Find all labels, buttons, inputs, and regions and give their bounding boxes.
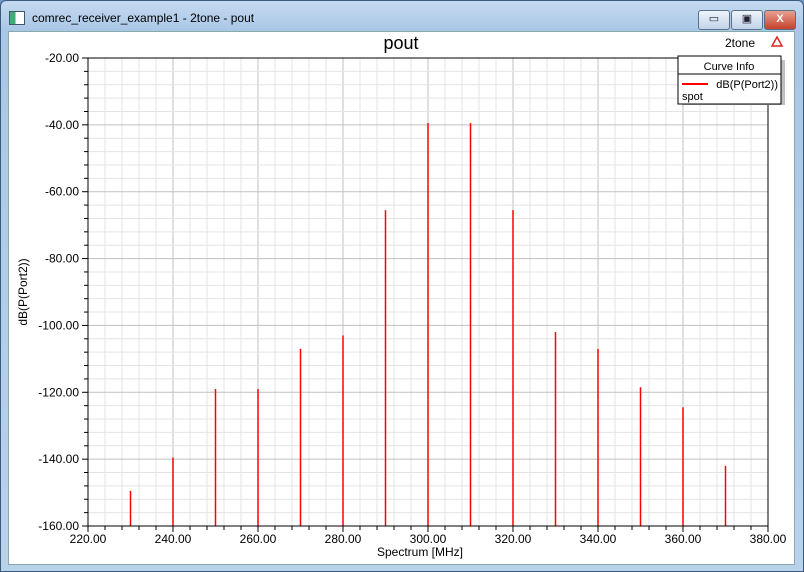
x-tick-label: 240.00 — [155, 532, 192, 546]
x-tick-label: 380.00 — [750, 532, 787, 546]
x-tick-label: 320.00 — [495, 532, 532, 546]
y-tick-label: -100.00 — [38, 318, 79, 332]
legend-title: Curve Info — [704, 61, 755, 73]
ansoft-logo-icon — [770, 35, 784, 47]
x-tick-label: 280.00 — [325, 532, 362, 546]
x-tick-label: 220.00 — [70, 532, 107, 546]
y-tick-label: -120.00 — [38, 385, 79, 399]
y-tick-label: -140.00 — [38, 452, 79, 466]
chart-title: pout — [383, 33, 418, 53]
x-tick-label: 340.00 — [580, 532, 617, 546]
chart: 220.00 240.00 260.00 280.00 300.00 320.00 340.… — [16, 33, 787, 559]
y-tick-label: -40.00 — [45, 118, 79, 132]
y-tick-label: -160.00 — [38, 519, 79, 533]
y-tick-label: -60.00 — [45, 185, 79, 199]
legend-entry-sub: spot — [682, 91, 703, 103]
x-axis-label: Spectrum [MHz] — [377, 545, 463, 559]
legend[interactable]: Curve Info dB(P(Port2)) spot — [677, 55, 785, 105]
corner-label: 2tone — [725, 36, 755, 50]
x-tick-label: 260.00 — [240, 532, 277, 546]
y-axis-label: dB(P(Port2)) — [16, 258, 30, 325]
y-tick-label: -20.00 — [45, 51, 79, 65]
legend-entry: dB(P(Port2)) — [716, 79, 778, 91]
y-tick-label: -80.00 — [45, 252, 79, 266]
x-tick-label: 300.00 — [410, 532, 447, 546]
x-tick-label: 360.00 — [665, 532, 702, 546]
